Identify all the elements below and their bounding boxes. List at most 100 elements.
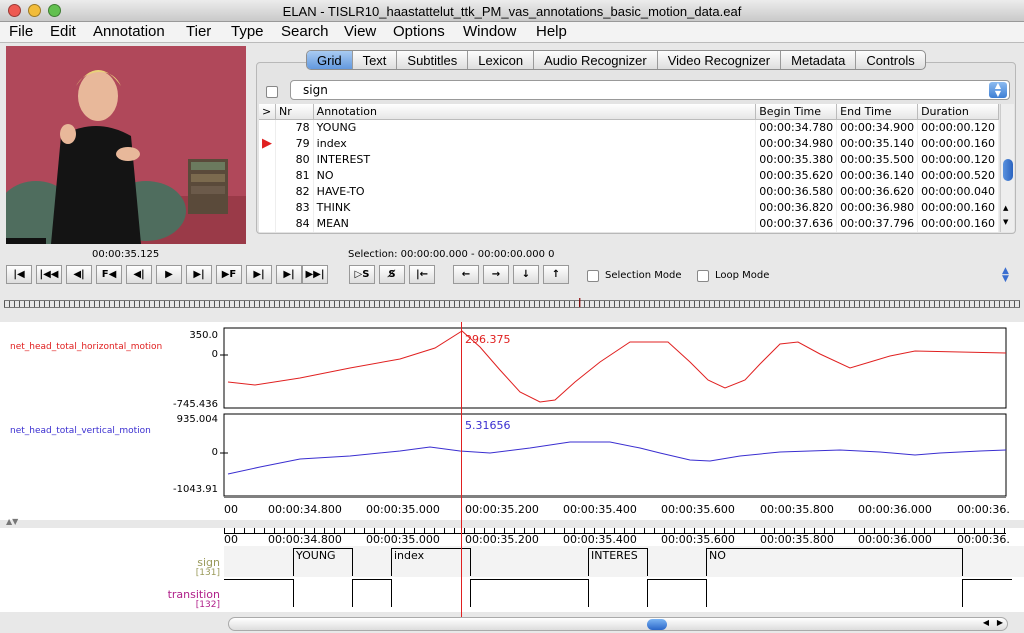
previous-frame-f-button[interactable]: F◀ xyxy=(96,265,122,284)
previous-second-button[interactable]: |◀◀ xyxy=(36,265,62,284)
column-header-end[interactable]: End Time xyxy=(836,104,919,120)
ruler-tick-label: 00:00:35.200 xyxy=(465,533,539,546)
ruler-tick-label: 00 xyxy=(224,503,238,516)
timeline-time-ruler[interactable]: 00 00:00:34.800 00:00:35.000 00:00:35.20… xyxy=(0,528,1024,546)
tab-metadata[interactable]: Metadata xyxy=(781,51,857,69)
tier-label-transition[interactable]: transition [132] xyxy=(168,589,220,610)
table-row[interactable]: ▶ 79 index 00:00:34.980 00:00:35.140 00:00:00… xyxy=(259,135,999,152)
table-row[interactable]: 78 YOUNG 00:00:34.780 00:00:34.900 00:00:00.… xyxy=(259,119,999,136)
timeseries-viewer[interactable]: net_head_total_horizontal_motion net_hea… xyxy=(0,322,1024,520)
scroll-left-icon[interactable]: ◀ xyxy=(983,618,989,627)
selection-label: Selection: 00:00:00.000 - 00:00:00.000 0 xyxy=(348,249,555,260)
scroll-up-icon[interactable]: ▲ xyxy=(1003,204,1008,212)
tier-count-transition: [132] xyxy=(195,600,220,610)
begin-time-cell: 00:00:35.380 xyxy=(755,151,838,168)
annotation-transition[interactable] xyxy=(647,579,707,607)
nr-cell: 81 xyxy=(275,167,314,184)
next-pixel-button[interactable]: ▶| xyxy=(186,265,212,284)
tab-grid[interactable]: Grid xyxy=(307,51,353,69)
scroll-right-icon[interactable]: ▶ xyxy=(997,618,1003,627)
expand-arrows-icon[interactable]: ▲ ▼ xyxy=(1002,267,1009,284)
column-header-annotation[interactable]: Annotation xyxy=(313,104,757,120)
tier-row-transition[interactable] xyxy=(224,577,1024,610)
column-header-current[interactable]: > xyxy=(259,104,276,120)
ruler-tick-label: 00:00:36. xyxy=(957,533,1010,546)
column-header-nr[interactable]: Nr xyxy=(275,104,314,120)
menu-options[interactable]: Options xyxy=(393,23,445,40)
go-to-begin-button[interactable]: |◀ xyxy=(6,265,32,284)
tab-video-recognizer[interactable]: Video Recognizer xyxy=(658,51,782,69)
v-plot-frame xyxy=(223,413,1007,497)
annotation-cell: NO xyxy=(313,167,757,184)
tier-count-sign: [131] xyxy=(195,568,220,578)
table-row[interactable]: 82 HAVE-TO 00:00:36.580 00:00:36.620 00:00:0… xyxy=(259,183,999,200)
annotation-index[interactable]: index xyxy=(391,548,471,576)
menu-view[interactable]: View xyxy=(344,23,376,40)
next-frame-f-button[interactable]: ▶F xyxy=(216,265,242,284)
tab-lexicon[interactable]: Lexicon xyxy=(468,51,535,69)
overview-ruler[interactable] xyxy=(4,300,1020,308)
table-row[interactable]: 81 NO 00:00:35.620 00:00:36.140 00:00:00.520 xyxy=(259,167,999,184)
menu-help[interactable]: Help xyxy=(536,23,567,40)
timeline-tiers[interactable]: sign [131] transition [132] YOUNG index IN… xyxy=(0,546,1024,612)
menu-file[interactable]: File xyxy=(9,23,33,40)
nav-left-button[interactable]: ← xyxy=(453,265,479,284)
next-frame-button[interactable]: ▶| xyxy=(246,265,272,284)
selection-mode-checkbox[interactable] xyxy=(587,270,599,282)
current-marker-cell xyxy=(259,167,276,184)
menu-search[interactable]: Search xyxy=(281,23,329,40)
tier-select[interactable]: sign ▲ ▼ xyxy=(290,80,1010,100)
timeline-scroll-thumb[interactable] xyxy=(647,619,667,630)
table-row[interactable]: 80 INTEREST 00:00:35.380 00:00:35.500 00:00:… xyxy=(259,151,999,168)
h-motion-line xyxy=(227,330,1007,403)
play-button[interactable]: ▶ xyxy=(156,265,182,284)
nav-down-button[interactable]: ↓ xyxy=(513,265,539,284)
ruler-tick-label: 00:00:34.800 xyxy=(268,533,342,546)
go-to-end-button[interactable]: ▶▶| xyxy=(302,265,328,284)
begin-time-cell: 00:00:34.980 xyxy=(755,135,838,152)
annotation-transition[interactable] xyxy=(224,579,294,607)
video-frame-image xyxy=(6,46,246,244)
menu-annotation[interactable]: Annotation xyxy=(93,23,165,40)
nav-up-button[interactable]: ↑ xyxy=(543,265,569,284)
loop-mode-checkbox[interactable] xyxy=(697,270,709,282)
menu-window[interactable]: Window xyxy=(463,23,516,40)
tier-label-sign[interactable]: sign [131] xyxy=(195,557,220,578)
timeline-scrollbar[interactable]: ◀ ▶ xyxy=(228,617,1008,631)
tab-subtitles[interactable]: Subtitles xyxy=(397,51,469,69)
tab-audio-recognizer[interactable]: Audio Recognizer xyxy=(534,51,658,69)
annotation-transition[interactable] xyxy=(352,579,392,607)
tab-controls[interactable]: Controls xyxy=(856,51,924,69)
menu-edit[interactable]: Edit xyxy=(50,23,76,40)
annotation-cell: index xyxy=(313,135,757,152)
column-header-begin[interactable]: Begin Time xyxy=(755,104,838,120)
scroll-down-icon[interactable]: ▼ xyxy=(1003,218,1008,226)
menu-type[interactable]: Type xyxy=(231,23,264,40)
grid-scrollbar[interactable]: ▲ ▼ xyxy=(1000,104,1014,232)
table-row[interactable]: 83 THINK 00:00:36.820 00:00:36.980 00:00:00.… xyxy=(259,199,999,216)
table-row[interactable]: 84 MEAN 00:00:37.636 00:00:37.796 00:00:00.1… xyxy=(259,215,999,232)
clear-selection-button[interactable]: S̸ xyxy=(379,265,405,284)
column-header-duration[interactable]: Duration xyxy=(917,104,999,120)
previous-pixel-button[interactable]: ◀| xyxy=(126,265,152,284)
annotation-no[interactable]: NO xyxy=(706,548,963,576)
annotation-transition[interactable] xyxy=(470,579,589,607)
nr-cell: 82 xyxy=(275,183,314,200)
video-viewer[interactable] xyxy=(6,46,246,244)
selection-begin-button[interactable]: |← xyxy=(409,265,435,284)
next-second-button[interactable]: ▶| xyxy=(276,265,302,284)
annotation-transition[interactable] xyxy=(962,579,1012,607)
play-selection-button[interactable]: ▷S xyxy=(349,265,375,284)
ruler-tick-label: 00:00:35.400 xyxy=(563,533,637,546)
annotation-interest[interactable]: INTERES xyxy=(588,548,648,576)
grid-scroll-thumb[interactable] xyxy=(1003,159,1013,181)
menu-tier[interactable]: Tier xyxy=(186,23,211,40)
resize-arrows-icon[interactable]: ▲▼ xyxy=(6,517,18,526)
timeseries-time-ruler[interactable]: 00 00:00:34.800 00:00:35.000 00:00:35.20… xyxy=(0,497,1024,519)
previous-frame-button[interactable]: ◀| xyxy=(66,265,92,284)
nav-right-button[interactable]: → xyxy=(483,265,509,284)
tab-text[interactable]: Text xyxy=(353,51,398,69)
duration-cell: 00:00:00.040 xyxy=(917,183,999,200)
grid-filter-checkbox[interactable] xyxy=(266,86,278,98)
annotation-young[interactable]: YOUNG xyxy=(293,548,353,576)
